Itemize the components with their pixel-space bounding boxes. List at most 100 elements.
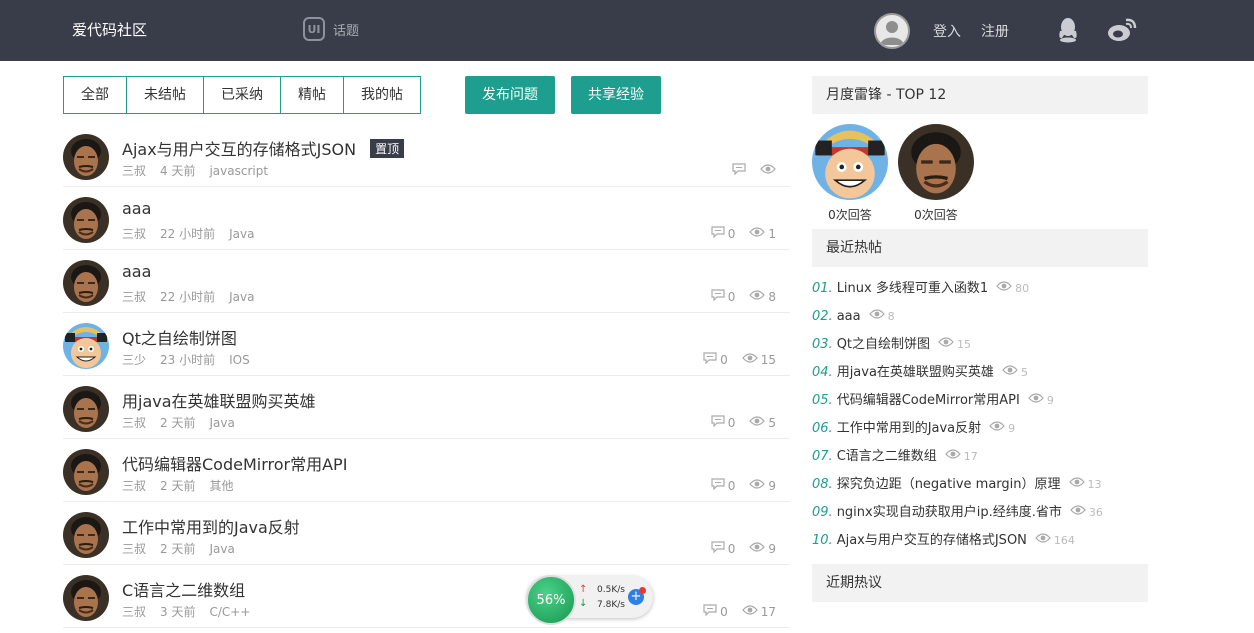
top-user[interactable]: 0次回答	[812, 124, 888, 229]
hot-post-item[interactable]: 04. 用java在英雄联盟购买英雄 5	[812, 359, 1148, 387]
post-category[interactable]: IOS	[229, 353, 250, 367]
eye-icon	[760, 163, 776, 178]
top-user-avatar[interactable]	[812, 124, 888, 200]
hot-post-views: 164	[1053, 534, 1075, 547]
hot-post-item[interactable]: 05. 代码编辑器CodeMirror常用API 9	[812, 387, 1148, 415]
hot-post-title[interactable]: C语言之二维数组	[837, 443, 937, 471]
comment-count: 0	[720, 604, 728, 619]
author-avatar[interactable]	[63, 197, 109, 243]
post-title[interactable]: 工作中常用到的Java反射	[122, 518, 300, 537]
hot-post-title[interactable]: Linux 多线程可重入函数1	[837, 275, 988, 303]
hot-post-title[interactable]: aaa	[837, 303, 861, 331]
post-category[interactable]: C/C++	[209, 605, 250, 619]
site-logo[interactable]: 爱代码社区	[72, 19, 147, 40]
post-row[interactable]: 代码编辑器CodeMirror常用API 三叔 2 天前 其他 0 9	[63, 439, 790, 502]
post-category[interactable]: Java	[229, 227, 254, 241]
eye-icon	[749, 415, 766, 430]
tab-all[interactable]: 全部	[64, 77, 127, 113]
eye-icon	[1028, 387, 1044, 415]
ask-question-button[interactable]: 发布问题	[465, 76, 555, 114]
tab-accepted[interactable]: 已采纳	[204, 77, 281, 113]
hot-post-views: 8	[887, 310, 895, 323]
tab-unresolved[interactable]: 未结帖	[127, 77, 204, 113]
hot-post-title[interactable]: Ajax与用户交互的存储格式JSON	[837, 527, 1027, 555]
hot-post-title[interactable]: 代码编辑器CodeMirror常用API	[837, 387, 1020, 415]
post-title[interactable]: Qt之自绘制饼图	[122, 329, 237, 348]
post-row[interactable]: Ajax与用户交互的存储格式JSON 置顶 三叔 4 天前 javascript	[63, 124, 790, 187]
author-avatar[interactable]	[63, 134, 109, 180]
author-avatar[interactable]	[63, 512, 109, 558]
post-author[interactable]: 三叔	[122, 416, 146, 430]
post-title[interactable]: 用java在英雄联盟购买英雄	[122, 392, 316, 411]
hot-post-item[interactable]: 08. 探究负边距（negative margin）原理 13	[812, 471, 1148, 499]
hot-post-title[interactable]: 用java在英雄联盟购买英雄	[837, 359, 994, 387]
hot-post-item[interactable]: 03. Qt之自绘制饼图 15	[812, 331, 1148, 359]
author-avatar[interactable]	[63, 260, 109, 306]
hot-post-views: 5	[1020, 366, 1028, 379]
author-avatar[interactable]	[63, 386, 109, 432]
post-category[interactable]: javascript	[209, 164, 268, 178]
author-avatar[interactable]	[63, 323, 109, 369]
tab-my-posts[interactable]: 我的帖	[344, 77, 420, 113]
hot-post-item[interactable]: 09. nginx实现自动获取用户ip.经纬度.省市 36	[812, 499, 1148, 527]
post-title[interactable]: Ajax与用户交互的存储格式JSON	[122, 140, 356, 159]
post-author[interactable]: 三叔	[122, 227, 146, 241]
post-meta: 三少 23 小时前 IOS	[122, 351, 264, 368]
post-meta: 三叔 2 天前 Java	[122, 540, 249, 557]
post-title[interactable]: 代码编辑器CodeMirror常用API	[122, 455, 347, 474]
eye-icon	[1068, 471, 1085, 499]
author-avatar[interactable]	[63, 449, 109, 495]
post-row[interactable]: 用java在英雄联盟购买英雄 三叔 2 天前 Java 0 5	[63, 376, 790, 439]
hot-post-item[interactable]: 10. Ajax与用户交互的存储格式JSON 164	[812, 527, 1148, 555]
post-filter-tabs: 全部 未结帖 已采纳 精帖 我的帖	[63, 76, 421, 114]
register-link[interactable]: 注册	[981, 21, 1009, 41]
post-category[interactable]: Java	[209, 542, 234, 556]
hot-post-item[interactable]: 07. C语言之二维数组 17	[812, 443, 1148, 471]
post-title[interactable]: C语言之二维数组	[122, 581, 245, 600]
post-row[interactable]: C语言之二维数组 三叔 3 天前 C/C++ 0 17	[63, 565, 790, 628]
post-author[interactable]: 三少	[122, 353, 146, 367]
post-title[interactable]: aaa	[122, 262, 151, 281]
post-stats: 08	[711, 289, 776, 304]
tab-featured[interactable]: 精帖	[281, 77, 344, 113]
hot-post-item[interactable]: 06. 工作中常用到的Java反射 9	[812, 415, 1148, 443]
qq-icon[interactable]	[1057, 17, 1079, 47]
top-user-avatar[interactable]	[898, 124, 974, 200]
post-title[interactable]: aaa	[122, 199, 151, 218]
share-experience-button[interactable]: 共享经验	[571, 76, 661, 114]
post-row[interactable]: 工作中常用到的Java反射 三叔 2 天前 Java 0 9	[63, 502, 790, 565]
hot-post-title[interactable]: nginx实现自动获取用户ip.经纬度.省市	[837, 499, 1062, 527]
hot-post-rank: 10.	[812, 533, 833, 548]
post-row[interactable]: aaa 三叔 22 小时前 Java 0 1	[63, 187, 790, 250]
author-avatar[interactable]	[63, 575, 109, 621]
post-author[interactable]: 三叔	[122, 164, 146, 178]
hot-post-title[interactable]: 工作中常用到的Java反射	[837, 415, 981, 443]
view-count: 9	[768, 541, 776, 556]
eye-icon	[741, 352, 758, 367]
hot-post-item[interactable]: 02. aaa 8	[812, 303, 1148, 331]
download-speed: 7.8K/s	[597, 600, 625, 610]
network-speed-widget[interactable]: 56% ↑ 0.5K/s ↓ 7.8K/s +	[526, 575, 653, 625]
post-row[interactable]: aaa 三叔 22 小时前 Java 0 8	[63, 250, 790, 313]
login-link[interactable]: 登入	[933, 21, 961, 41]
hot-post-title[interactable]: Qt之自绘制饼图	[837, 331, 930, 359]
post-category[interactable]: 其他	[209, 479, 233, 493]
weibo-icon[interactable]	[1107, 17, 1137, 47]
post-author[interactable]: 三叔	[122, 479, 146, 493]
hot-post-item[interactable]: 01. Linux 多线程可重入函数1 80	[812, 275, 1148, 303]
post-category[interactable]: Java	[209, 416, 234, 430]
post-author[interactable]: 三叔	[122, 605, 146, 619]
comment-count: 0	[727, 478, 736, 493]
topic-nav-link[interactable]: UI 话题	[303, 17, 359, 41]
post-author[interactable]: 三叔	[122, 290, 146, 304]
post-category[interactable]: Java	[229, 290, 254, 304]
download-arrow-icon: ↓	[579, 598, 588, 609]
comment-icon	[711, 541, 725, 556]
post-row[interactable]: Qt之自绘制饼图 三少 23 小时前 IOS 0 15	[63, 313, 790, 376]
comment-count: 0	[720, 352, 728, 367]
user-avatar-icon[interactable]	[874, 13, 910, 49]
hot-post-title[interactable]: 探究负边距（negative margin）原理	[837, 471, 1061, 499]
post-meta: 三叔 2 天前 其他	[122, 477, 247, 494]
top-user[interactable]: 0次回答	[898, 124, 974, 229]
post-author[interactable]: 三叔	[122, 542, 146, 556]
